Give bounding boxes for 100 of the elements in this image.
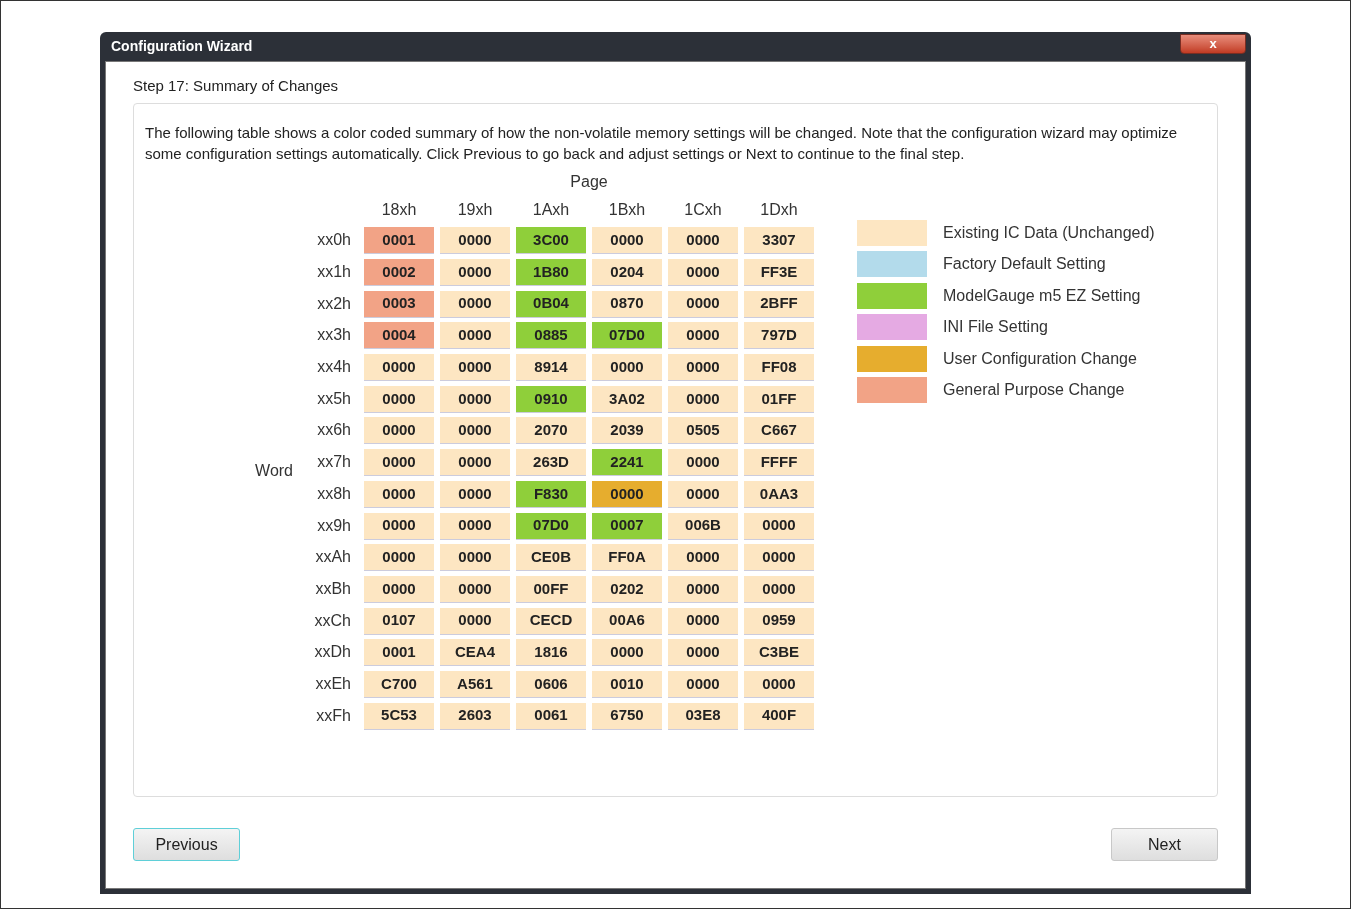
table-cell: 0000 bbox=[668, 575, 738, 602]
table-cell: 0000 bbox=[592, 227, 662, 254]
table-cell: 0000 bbox=[440, 575, 510, 602]
table-cell: 3C00 bbox=[516, 227, 586, 254]
column-header: 1Cxh bbox=[683, 199, 723, 220]
table-cell: 2039 bbox=[592, 417, 662, 444]
table-cell: 0001 bbox=[364, 639, 434, 666]
table-cell: 0000 bbox=[592, 354, 662, 381]
row-axis-label: Word bbox=[255, 460, 293, 481]
table-cell: 0000 bbox=[668, 544, 738, 571]
table-cell: CE0B bbox=[516, 544, 586, 571]
table-cell: 0000 bbox=[364, 544, 434, 571]
table-cell: 0910 bbox=[516, 385, 586, 412]
table-cell: 0001 bbox=[364, 227, 434, 254]
table-cell: 0000 bbox=[668, 322, 738, 349]
table-cell: 2070 bbox=[516, 417, 586, 444]
legend-label: Factory Default Setting bbox=[943, 254, 1106, 274]
table-cell: 0000 bbox=[440, 417, 510, 444]
table-cell: 0202 bbox=[592, 575, 662, 602]
table-cell: 0000 bbox=[668, 385, 738, 412]
table-cell: 3307 bbox=[744, 227, 814, 254]
step-title: Step 17: Summary of Changes bbox=[133, 76, 340, 96]
table-cell: C667 bbox=[744, 417, 814, 444]
column-header: 19xh bbox=[456, 199, 494, 220]
next-button[interactable]: Next bbox=[1111, 828, 1218, 861]
table-cell: 0870 bbox=[592, 290, 662, 317]
table-cell: 0000 bbox=[668, 259, 738, 286]
table-cell: 0000 bbox=[668, 639, 738, 666]
table-cell: 0000 bbox=[440, 607, 510, 634]
table-cell: 0004 bbox=[364, 322, 434, 349]
column-header: 1Axh bbox=[531, 199, 571, 220]
table-cell: 0000 bbox=[592, 639, 662, 666]
table-cell: 0010 bbox=[592, 670, 662, 697]
table-cell: 0000 bbox=[668, 354, 738, 381]
table-cell: 1816 bbox=[516, 639, 586, 666]
table-cell: 0000 bbox=[440, 544, 510, 571]
table-cell: 0000 bbox=[364, 449, 434, 476]
table-cell: 0000 bbox=[744, 544, 814, 571]
table-cell: 0003 bbox=[364, 290, 434, 317]
window-title: Configuration Wizard bbox=[111, 37, 253, 56]
table-cell: 07D0 bbox=[592, 322, 662, 349]
table-cell: FF0A bbox=[592, 544, 662, 571]
table-cell: 0606 bbox=[516, 670, 586, 697]
table-cell: 0959 bbox=[744, 607, 814, 634]
column-axis-label: Page bbox=[569, 171, 609, 192]
row-header: xx4h bbox=[316, 357, 352, 378]
table-cell: 0000 bbox=[364, 575, 434, 602]
table-cell: 0000 bbox=[744, 575, 814, 602]
table-cell: 0AA3 bbox=[744, 480, 814, 507]
table-cell: FF08 bbox=[744, 354, 814, 381]
table-cell: 0505 bbox=[668, 417, 738, 444]
table-cell: FF3E bbox=[744, 259, 814, 286]
row-header: xxCh bbox=[313, 610, 352, 631]
table-cell: 00FF bbox=[516, 575, 586, 602]
description-text: The following table shows a color coded summary of how the non-volatile memory settings will be changed. Note that the configuration wizard may optimize some configuration settings automatically. Click Previous to go back and adjust settings or Next to continue to the final step. bbox=[145, 122, 1179, 164]
table-cell: 0000 bbox=[744, 512, 814, 539]
table-cell: 0000 bbox=[668, 607, 738, 634]
close-button[interactable]: x bbox=[1180, 33, 1246, 54]
previous-button[interactable]: Previous bbox=[133, 828, 240, 861]
table-cell: C3BE bbox=[744, 639, 814, 666]
table-cell: 01FF bbox=[744, 385, 814, 412]
column-header: 1Bxh bbox=[607, 199, 647, 220]
row-header: xx7h bbox=[316, 452, 352, 473]
row-header: xxFh bbox=[315, 705, 352, 726]
table-cell: 0885 bbox=[516, 322, 586, 349]
row-header: xxEh bbox=[314, 673, 352, 694]
table-cell: CECD bbox=[516, 607, 586, 634]
table-cell: 0000 bbox=[668, 227, 738, 254]
table-cell: 263D bbox=[516, 449, 586, 476]
legend-label: ModelGauge m5 EZ Setting bbox=[943, 285, 1141, 306]
table-cell: 0000 bbox=[364, 480, 434, 507]
table-cell: 0000 bbox=[440, 385, 510, 412]
table-cell: 0000 bbox=[668, 670, 738, 697]
table-cell: 0000 bbox=[668, 449, 738, 476]
row-header: xx1h bbox=[316, 262, 352, 283]
table-cell: 2BFF bbox=[744, 290, 814, 317]
table-cell: 0000 bbox=[440, 480, 510, 507]
table-cell: F830 bbox=[516, 480, 586, 507]
table-cell: 0000 bbox=[364, 354, 434, 381]
table-cell: FFFF bbox=[744, 449, 814, 476]
table-cell: C700 bbox=[364, 670, 434, 697]
table-cell: 6750 bbox=[592, 702, 662, 729]
table-cell: 07D0 bbox=[516, 512, 586, 539]
table-cell: 797D bbox=[744, 322, 814, 349]
row-header: xx0h bbox=[316, 230, 352, 251]
table-cell: 1B80 bbox=[516, 259, 586, 286]
table-cell: 2603 bbox=[440, 702, 510, 729]
table-cell: 0002 bbox=[364, 259, 434, 286]
table-cell: 0000 bbox=[440, 259, 510, 286]
legend-label: Existing IC Data (Unchanged) bbox=[943, 222, 1155, 243]
table-cell: 0000 bbox=[440, 227, 510, 254]
table-cell: CEA4 bbox=[440, 639, 510, 666]
table-cell: 0000 bbox=[440, 322, 510, 349]
table-cell: 0000 bbox=[592, 480, 662, 507]
table-cell: 0061 bbox=[516, 702, 586, 729]
row-header: xx8h bbox=[316, 483, 352, 504]
row-header: xxDh bbox=[313, 642, 352, 663]
table-cell: 03E8 bbox=[668, 702, 738, 729]
row-header: xx9h bbox=[316, 515, 352, 536]
table-cell: 0000 bbox=[364, 385, 434, 412]
